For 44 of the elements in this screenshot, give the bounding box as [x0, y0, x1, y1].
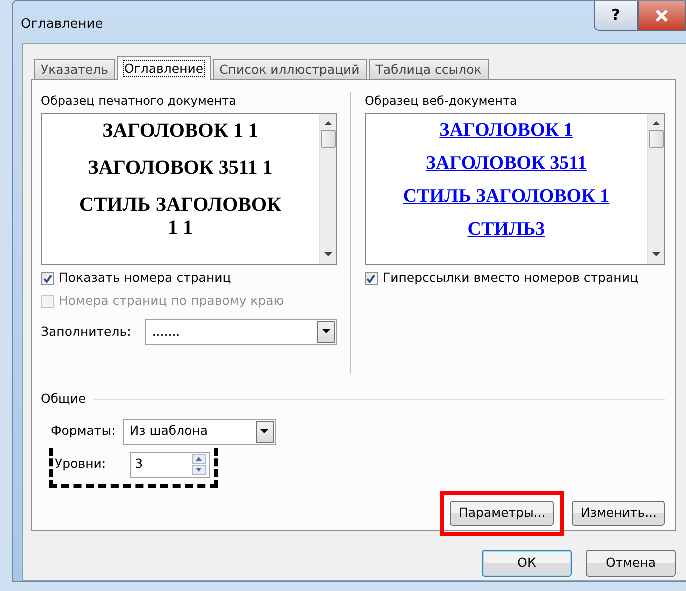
close-icon: [655, 10, 669, 22]
tab[interactable]: Таблица ссылок: [368, 59, 489, 79]
window-title: Оглавление: [20, 16, 104, 34]
field-label: Форматы:: [51, 422, 116, 440]
levels-spinner[interactable]: 3: [130, 452, 210, 478]
down-arrow-icon[interactable]: [652, 252, 660, 258]
scroll-thumb[interactable]: [320, 130, 336, 148]
action-button[interactable]: Параметры...: [450, 501, 554, 526]
dropdown-arrow-icon[interactable]: [322, 329, 330, 335]
help-button[interactable]: ?: [594, 1, 638, 31]
preview-label: Образец веб-документа: [364, 93, 518, 110]
action-button[interactable]: Изменить...: [572, 501, 665, 526]
heading-preview: ЗАГОЛОВОК 1: [440, 120, 574, 142]
dropdown-arrow-icon[interactable]: [260, 428, 270, 435]
checkbox[interactable]: [41, 272, 54, 285]
heading-preview: ЗАГОЛОВОК 3511 1: [88, 157, 273, 180]
tab[interactable]: Список иллюстраций: [212, 59, 367, 79]
spinner-arrows-icon[interactable]: [192, 454, 208, 476]
up-arrow-icon[interactable]: [652, 120, 660, 126]
heading-preview: СТИЛЬ ЗАГОЛОВОК 1: [403, 186, 610, 208]
heading-preview: ЗАГОЛОВОК 3511: [426, 153, 588, 175]
down-arrow-icon[interactable]: [324, 252, 332, 258]
heading-preview: ЗАГОЛОВОК 1 1: [102, 120, 258, 143]
field-label: Заполнитель:: [41, 322, 132, 341]
scrollbar[interactable]: [647, 114, 664, 264]
heading-preview: СТИЛЬ ЗАГОЛОВОК 1 1: [78, 194, 283, 240]
tab[interactable]: Указатель: [34, 59, 116, 79]
scrollbar[interactable]: [319, 114, 336, 264]
close-button[interactable]: [638, 1, 686, 31]
scroll-thumb[interactable]: [648, 130, 664, 148]
formats-select[interactable]: Из шаблона: [122, 418, 276, 445]
tab[interactable]: Оглавление: [117, 56, 211, 80]
checkbox-label: Номера страниц по правому краю: [59, 292, 284, 310]
up-arrow-icon[interactable]: [324, 120, 332, 126]
dialog-button[interactable]: ОК: [482, 550, 572, 577]
group-title: Общие: [41, 390, 86, 408]
heading-preview: СТИЛЬ3: [468, 219, 546, 241]
preview-label: Образец печатного документа: [41, 93, 238, 110]
dialog-button[interactable]: Отмена: [586, 550, 676, 577]
leader-select[interactable]: .......: [145, 319, 337, 345]
checkbox-label: Показать номера страниц: [59, 269, 232, 288]
checkbox[interactable]: [364, 272, 378, 285]
checkbox-label: Гиперссылки вместо номеров страниц: [382, 269, 638, 288]
field-label: Уровни:: [55, 455, 106, 474]
